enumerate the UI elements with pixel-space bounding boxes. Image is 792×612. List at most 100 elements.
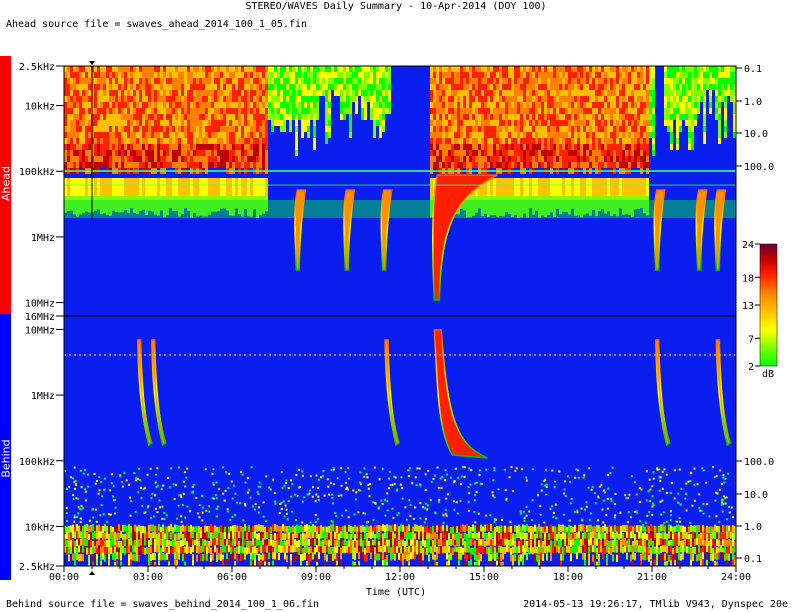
ahead-pixel [67,66,70,72]
behind-pixel [294,531,296,539]
behind-pixel [412,552,414,560]
ahead-pixel [205,132,208,138]
behind-pixel [202,545,204,553]
behind-pixel [242,539,244,547]
ahead-pixel [85,126,88,132]
ahead-pixel [142,150,145,156]
ahead-pixel [625,156,628,162]
behind-pixel [244,552,246,560]
ahead-pixel [676,120,679,126]
behind-pixel [70,546,72,554]
ahead-pixel [511,108,514,114]
behind-pixel [162,545,164,553]
ahead-pixel [82,162,85,168]
ahead-pixel [583,156,586,162]
ahead-pixel [76,90,79,96]
behind-pixel [328,546,330,554]
ahead-pixel [502,108,505,114]
ahead-pixel [703,66,706,72]
ahead-pixel [262,114,265,120]
behind-pixel [368,545,370,553]
ahead-pixel [163,126,166,132]
ahead-pixel [583,132,586,138]
ahead-pixel [568,162,571,168]
behind-pixel [118,540,120,548]
ahead-pixel [442,108,445,114]
ahead-pixel [571,126,574,132]
ahead-pixel [280,108,283,114]
ahead-pixel [310,72,313,78]
ahead-pixel [709,102,712,108]
behind-pixel [256,547,258,555]
ahead-pixel [307,120,310,126]
behind-pixel [528,547,530,555]
behind-pixel [170,524,172,532]
ahead-pixel [385,66,388,72]
behind-pixel [502,552,504,560]
ahead-pixel [517,66,520,72]
ahead-pixel [322,78,325,84]
behind-pixel [392,531,394,539]
ahead-pixel [619,162,622,168]
ahead-pixel [73,126,76,132]
ahead-pixel [517,126,520,132]
ahead-pixel [175,108,178,114]
behind-pixel [540,539,542,547]
behind-pixel [282,524,284,532]
behind-pixel [658,547,660,555]
ahead-pixel [580,108,583,114]
ahead-pixel [652,96,655,102]
ahead-pixel [700,96,703,102]
ahead-pixel [520,108,523,114]
ahead-pixel [241,114,244,120]
behind-pixel [502,531,504,539]
behind-pixel [520,545,522,553]
ahead-pixel [475,126,478,132]
ahead-pixel [223,162,226,168]
ahead-pixel [490,144,493,150]
ahead-pixel [490,138,493,144]
ahead-pixel [298,102,301,108]
ahead-pixel [85,90,88,96]
behind-pixel [102,526,104,534]
ahead-pixel [550,156,553,162]
ahead-pixel [184,102,187,108]
ahead-pixel [232,156,235,162]
behind-pixel [314,539,316,547]
ahead-pixel [433,84,436,90]
ahead-pixel [460,132,463,138]
behind-pixel [560,525,562,533]
ahead-pixel [514,84,517,90]
ahead-pixel [310,66,313,72]
ahead-pixel [595,150,598,156]
ahead-pixel [583,66,586,72]
ahead-pixel [523,162,526,168]
ahead-pixel [184,120,187,126]
behind-pixel [394,553,396,561]
ahead-pixel [505,84,508,90]
ahead-pixel [445,120,448,126]
ahead-pixel [616,156,619,162]
ahead-pixel [202,96,205,102]
ahead-pixel [106,78,109,84]
ahead-pixel [145,90,148,96]
behind-pixel [320,525,322,533]
ahead-pixel [484,108,487,114]
ahead-pixel [226,96,229,102]
behind-pixel [538,531,540,539]
ahead-pixel [493,138,496,144]
behind-pixel [562,553,564,561]
ahead-pixel [235,90,238,96]
behind-pixel [346,545,348,553]
behind-pixel [244,524,246,532]
ahead-pixel [97,96,100,102]
ahead-pixel [106,90,109,96]
ahead-pixel [436,126,439,132]
ahead-pixel [163,66,166,72]
ahead-pixel [499,114,502,120]
behind-pixel [442,546,444,554]
ahead-pixel [196,90,199,96]
ahead-pixel [385,90,388,96]
ahead-pixel [232,178,235,197]
behind-pixel [438,546,440,554]
